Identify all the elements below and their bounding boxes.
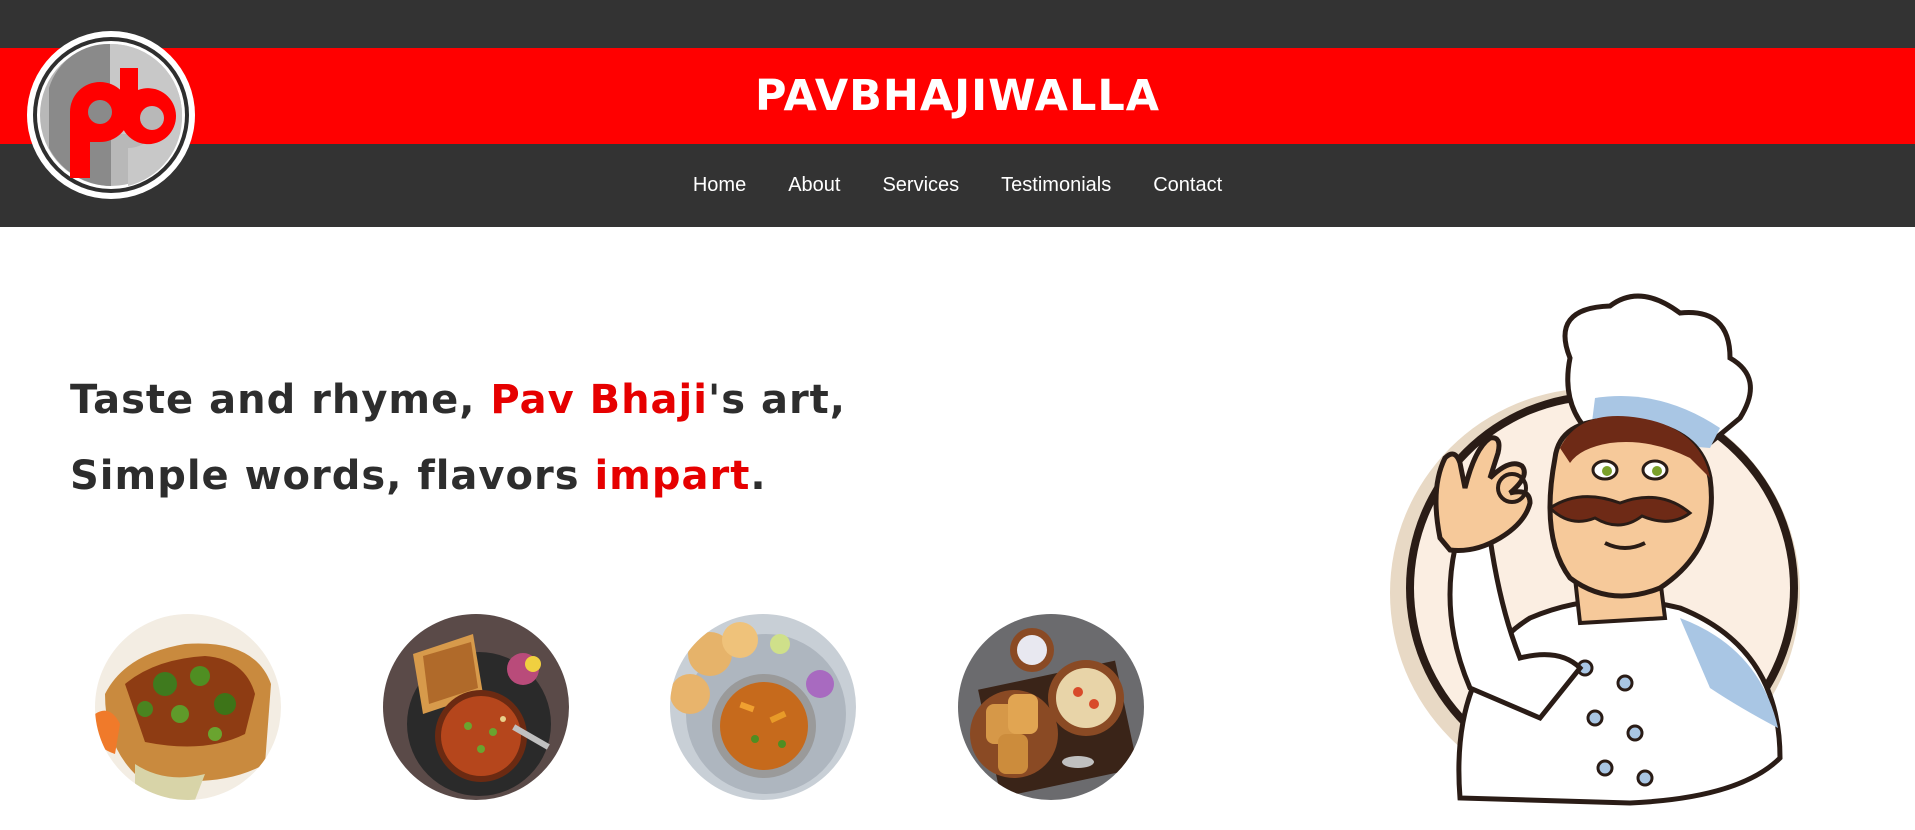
main-nav: Home About Services Testimonials Contact (0, 144, 1915, 227)
tagline-highlight: impart (594, 453, 751, 499)
nav-testimonials[interactable]: Testimonials (980, 174, 1132, 197)
chef-mascot-icon (1390, 293, 1800, 806)
dish-image-1[interactable] (95, 614, 281, 800)
site-title: PAVBHAJIWALLA (754, 71, 1161, 121)
masala-pav-icon (670, 614, 856, 800)
pav-platter-icon (958, 614, 1144, 800)
nav-services[interactable]: Services (861, 174, 980, 197)
tagline-highlight: Pav Bhaji (490, 377, 708, 423)
hero-tagline: Taste and rhyme, Pav Bhaji's art, Simple… (70, 362, 846, 514)
dish-image-2[interactable] (383, 614, 569, 800)
tagline-line-2: Simple words, flavors impart. (70, 438, 846, 514)
bhaji-bowl-icon (383, 614, 569, 800)
nav-home[interactable]: Home (672, 174, 767, 197)
nav-about[interactable]: About (767, 174, 861, 197)
pb-logo-icon[interactable] (24, 28, 198, 202)
dish-image-3[interactable] (670, 614, 856, 800)
tagline-text: 's art, (707, 377, 846, 423)
tagline-text: Simple words, flavors (70, 453, 595, 499)
tagline-text: . (750, 453, 767, 499)
dish-image-4[interactable] (958, 614, 1144, 800)
tagline-text: Taste and rhyme, (70, 377, 491, 423)
tagline-line-1: Taste and rhyme, Pav Bhaji's art, (70, 362, 846, 438)
pav-bhaji-toast-icon (95, 614, 281, 800)
top-band (0, 0, 1915, 48)
nav-contact[interactable]: Contact (1132, 174, 1243, 197)
